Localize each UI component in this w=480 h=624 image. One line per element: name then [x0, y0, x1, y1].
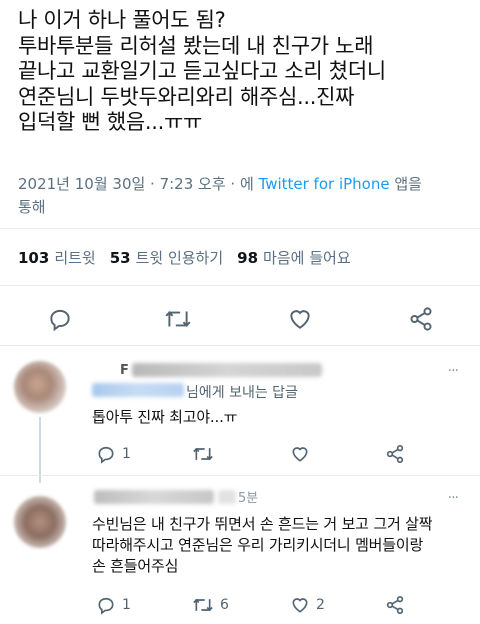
reply-button[interactable]: 1	[96, 444, 131, 464]
like-button[interactable]	[290, 444, 310, 464]
engagement-counts: 103 리트윗 53 트윗 인용하기 98 마음에 들어요	[18, 247, 351, 268]
tweet-source-suffix: 앱을	[389, 175, 422, 193]
retweet-button[interactable]	[192, 444, 214, 464]
reply-button[interactable]: 1	[96, 595, 131, 615]
divider	[0, 285, 480, 286]
heart-icon	[292, 447, 308, 462]
like-count: 2	[316, 597, 325, 613]
divider	[0, 228, 480, 229]
reply-count: 1	[122, 446, 131, 462]
blurred-author	[94, 490, 214, 504]
reply-time[interactable]: 5분	[238, 487, 258, 506]
comment-icon	[98, 597, 114, 615]
like-button[interactable]	[287, 306, 313, 332]
retweet-count: 6	[220, 597, 229, 613]
tweet-timestamp[interactable]: 2021년 10월 30일 · 7:23 오후 · 에	[18, 175, 259, 193]
comment-icon	[50, 309, 70, 332]
reply-text: 톱아투 진짜 최고야...ㅠ	[92, 408, 238, 426]
quote-count[interactable]: 53 트윗 인용하기	[110, 247, 223, 268]
share-icon	[410, 307, 432, 331]
heart-icon	[290, 310, 310, 329]
share-button[interactable]	[385, 444, 405, 464]
tweet-meta: 2021년 10월 30일 · 7:23 오후 · 에 Twitter for …	[18, 173, 468, 219]
retweet-button[interactable]	[164, 306, 192, 332]
more-icon[interactable]: ···	[448, 490, 459, 506]
avatar[interactable]	[14, 361, 66, 413]
reply-author-name[interactable]: F	[120, 363, 129, 378]
tweet-source-suffix2: 통해	[18, 198, 46, 216]
share-icon	[386, 445, 404, 464]
share-icon	[386, 596, 404, 615]
reply-tweet[interactable]: F ··· 님에게 보내는 답글 톱아투 진짜 최고야...ㅠ 1	[0, 345, 480, 485]
comment-icon	[98, 446, 114, 464]
blurred-handle	[218, 490, 236, 504]
tweet-text: 나 이거 하나 풀어도 됨? 투바투분들 리허설 봤는데 내 친구가 노래 끝나…	[18, 8, 386, 134]
retweet-icon	[193, 598, 213, 612]
retweet-icon	[193, 447, 213, 461]
tweet-source-link[interactable]: Twitter for iPhone	[259, 175, 390, 193]
retweet-button[interactable]: 6	[192, 595, 229, 615]
avatar[interactable]	[14, 496, 66, 548]
thread-line	[39, 417, 41, 483]
retweet-count[interactable]: 103 리트윗	[18, 247, 96, 268]
blurred-author	[132, 363, 322, 377]
reply-to-label: 님에게 보내는 답글	[186, 385, 298, 401]
reply-text: 수빈님은 내 친구가 뛰면서 손 흔드는 거 보고 그거 살짝 따라해주시고 연…	[92, 515, 433, 575]
heart-icon	[292, 598, 308, 613]
like-count[interactable]: 98 마음에 들어요	[237, 247, 350, 268]
blurred-mention	[92, 383, 184, 397]
share-button[interactable]	[385, 595, 405, 615]
retweet-icon	[165, 311, 191, 327]
like-button[interactable]: 2	[290, 595, 325, 615]
reply-tweet[interactable]: 5분 ··· 수빈님은 내 친구가 뛰면서 손 흔드는 거 보고 그거 살짝 따…	[0, 476, 480, 624]
reply-button[interactable]	[47, 306, 73, 332]
more-icon[interactable]: ···	[448, 363, 459, 379]
share-button[interactable]	[408, 306, 434, 332]
reply-count: 1	[122, 597, 131, 613]
